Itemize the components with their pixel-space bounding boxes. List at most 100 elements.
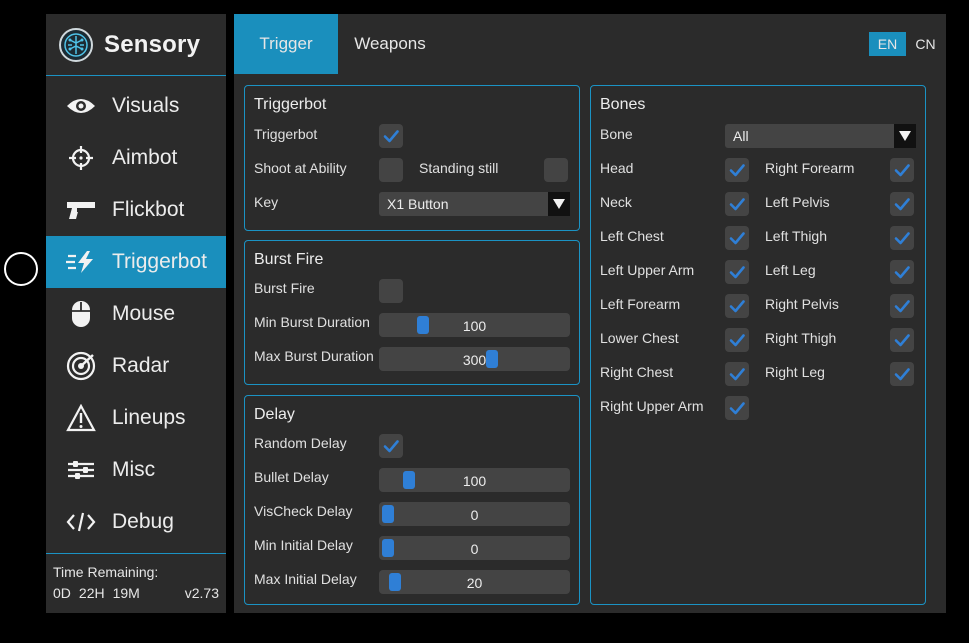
bullet-delay-label: Bullet Delay <box>254 469 329 485</box>
min-initial-delay-slider[interactable]: 0 <box>379 536 570 560</box>
language-en-button[interactable]: EN <box>869 32 906 56</box>
bone-dropdown[interactable]: All <box>725 124 916 148</box>
random-delay-label: Random Delay <box>254 435 347 451</box>
shoot-at-ability-checkbox[interactable] <box>379 158 403 182</box>
delay-title: Delay <box>254 406 295 423</box>
bone-dropdown-value: All <box>733 128 749 144</box>
license-footer: Time Remaining: 0D 22H 19M v2.73 <box>46 553 226 613</box>
slider-thumb[interactable] <box>382 539 394 557</box>
key-dropdown[interactable]: X1 Button <box>379 192 570 216</box>
checkmark-icon <box>894 300 910 313</box>
slider-thumb[interactable] <box>382 505 394 523</box>
bone-right-chest-checkbox[interactable] <box>725 362 749 386</box>
checkmark-icon <box>894 164 910 177</box>
burst-fire-checkbox[interactable] <box>379 279 403 303</box>
sidebar: Sensory Visuals Aimbot Flickbot Triggerb… <box>46 14 226 613</box>
sidebar-item-label: Debug <box>112 510 174 533</box>
checkmark-icon <box>383 440 399 453</box>
bone-left-forearm-checkbox[interactable] <box>725 294 749 318</box>
checkmark-icon <box>894 334 910 347</box>
sidebar-item-label: Lineups <box>112 406 186 429</box>
key-dropdown-value: X1 Button <box>387 196 449 212</box>
bone-left-thigh-label: Left Thigh <box>765 228 828 244</box>
max-burst-duration-slider[interactable]: 300 <box>379 347 570 371</box>
tab-weapons[interactable]: Weapons <box>338 14 442 74</box>
checkmark-icon <box>383 130 399 143</box>
sidebar-nav: Visuals Aimbot Flickbot Triggerbot Mouse <box>46 76 226 548</box>
bone-lower-chest-checkbox[interactable] <box>725 328 749 352</box>
tab-trigger[interactable]: Trigger <box>234 14 338 74</box>
bone-head-label: Head <box>600 160 634 176</box>
slider-thumb[interactable] <box>485 350 498 368</box>
slider-value: 300 <box>462 352 487 368</box>
slider-thumb[interactable] <box>402 471 415 489</box>
sidebar-item-label: Flickbot <box>112 198 185 221</box>
bone-right-chest-label: Right Chest <box>600 364 674 380</box>
sidebar-item-lineups[interactable]: Lineups <box>46 392 226 444</box>
version-label: v2.73 <box>184 585 219 601</box>
mouse-icon <box>64 299 98 329</box>
language-cn-button[interactable]: CN <box>907 32 944 56</box>
bone-right-leg-checkbox[interactable] <box>890 362 914 386</box>
bones-panel: Bones Bone All Head Neck Left Chest Left… <box>590 85 926 605</box>
bone-right-thigh-checkbox[interactable] <box>890 328 914 352</box>
bone-left-thigh-checkbox[interactable] <box>890 226 914 250</box>
slider-value: 100 <box>462 318 487 334</box>
warning-triangle-icon <box>64 403 98 433</box>
random-delay-checkbox[interactable] <box>379 434 403 458</box>
sidebar-item-label: Misc <box>112 458 156 481</box>
bone-left-upper-arm-label: Left Upper Arm <box>600 262 695 278</box>
checkmark-icon <box>729 232 745 245</box>
checkmark-icon <box>729 198 745 211</box>
key-label: Key <box>254 194 279 210</box>
gun-icon <box>64 195 98 225</box>
bullet-delay-slider[interactable]: 100 <box>379 468 570 492</box>
checkmark-icon <box>729 402 745 415</box>
bone-left-upper-arm-checkbox[interactable] <box>725 260 749 284</box>
crosshair-icon <box>64 143 98 173</box>
bone-right-leg-label: Right Leg <box>765 364 825 380</box>
checkmark-icon <box>894 232 910 245</box>
slider-thumb[interactable] <box>416 316 429 334</box>
min-burst-duration-label: Min Burst Duration <box>254 314 370 330</box>
burst-fire-panel: Burst Fire Burst Fire Min Burst Duration… <box>244 240 580 385</box>
sidebar-item-radar[interactable]: Radar <box>46 340 226 392</box>
checkmark-icon <box>894 368 910 381</box>
standing-still-label: Standing still <box>419 160 499 176</box>
sidebar-item-flickbot[interactable]: Flickbot <box>46 184 226 236</box>
bone-left-chest-checkbox[interactable] <box>725 226 749 250</box>
bone-left-chest-label: Left Chest <box>600 228 664 244</box>
min-initial-delay-label: Min Initial Delay <box>254 537 353 553</box>
burst-fire-label: Burst Fire <box>254 280 315 296</box>
cursor-indicator <box>4 252 38 286</box>
triggerbot-enable-checkbox[interactable] <box>379 124 403 148</box>
slider-value: 0 <box>470 507 479 523</box>
slider-thumb[interactable] <box>388 573 401 591</box>
bone-right-forearm-checkbox[interactable] <box>890 158 914 182</box>
min-burst-duration-slider[interactable]: 100 <box>379 313 570 337</box>
sidebar-item-aimbot[interactable]: Aimbot <box>46 132 226 184</box>
sidebar-item-visuals[interactable]: Visuals <box>46 80 226 132</box>
sidebar-item-mouse[interactable]: Mouse <box>46 288 226 340</box>
bone-right-upper-arm-checkbox[interactable] <box>725 396 749 420</box>
bone-left-pelvis-checkbox[interactable] <box>890 192 914 216</box>
bone-lower-chest-label: Lower Chest <box>600 330 679 346</box>
vischeck-delay-slider[interactable]: 0 <box>379 502 570 526</box>
bone-left-leg-checkbox[interactable] <box>890 260 914 284</box>
shoot-at-ability-label: Shoot at Ability <box>254 160 347 176</box>
time-remaining-label: Time Remaining: <box>53 564 159 580</box>
code-icon <box>64 507 98 537</box>
sidebar-item-debug[interactable]: Debug <box>46 496 226 548</box>
bone-neck-checkbox[interactable] <box>725 192 749 216</box>
sidebar-item-triggerbot[interactable]: Triggerbot <box>46 236 226 288</box>
checkmark-icon <box>729 334 745 347</box>
bone-left-pelvis-label: Left Pelvis <box>765 194 830 210</box>
bone-head-checkbox[interactable] <box>725 158 749 182</box>
radar-icon <box>64 351 98 381</box>
max-initial-delay-slider[interactable]: 20 <box>379 570 570 594</box>
bone-right-pelvis-checkbox[interactable] <box>890 294 914 318</box>
sidebar-item-label: Aimbot <box>112 146 178 169</box>
standing-still-checkbox[interactable] <box>544 158 568 182</box>
sidebar-item-misc[interactable]: Misc <box>46 444 226 496</box>
bone-left-forearm-label: Left Forearm <box>600 296 681 312</box>
